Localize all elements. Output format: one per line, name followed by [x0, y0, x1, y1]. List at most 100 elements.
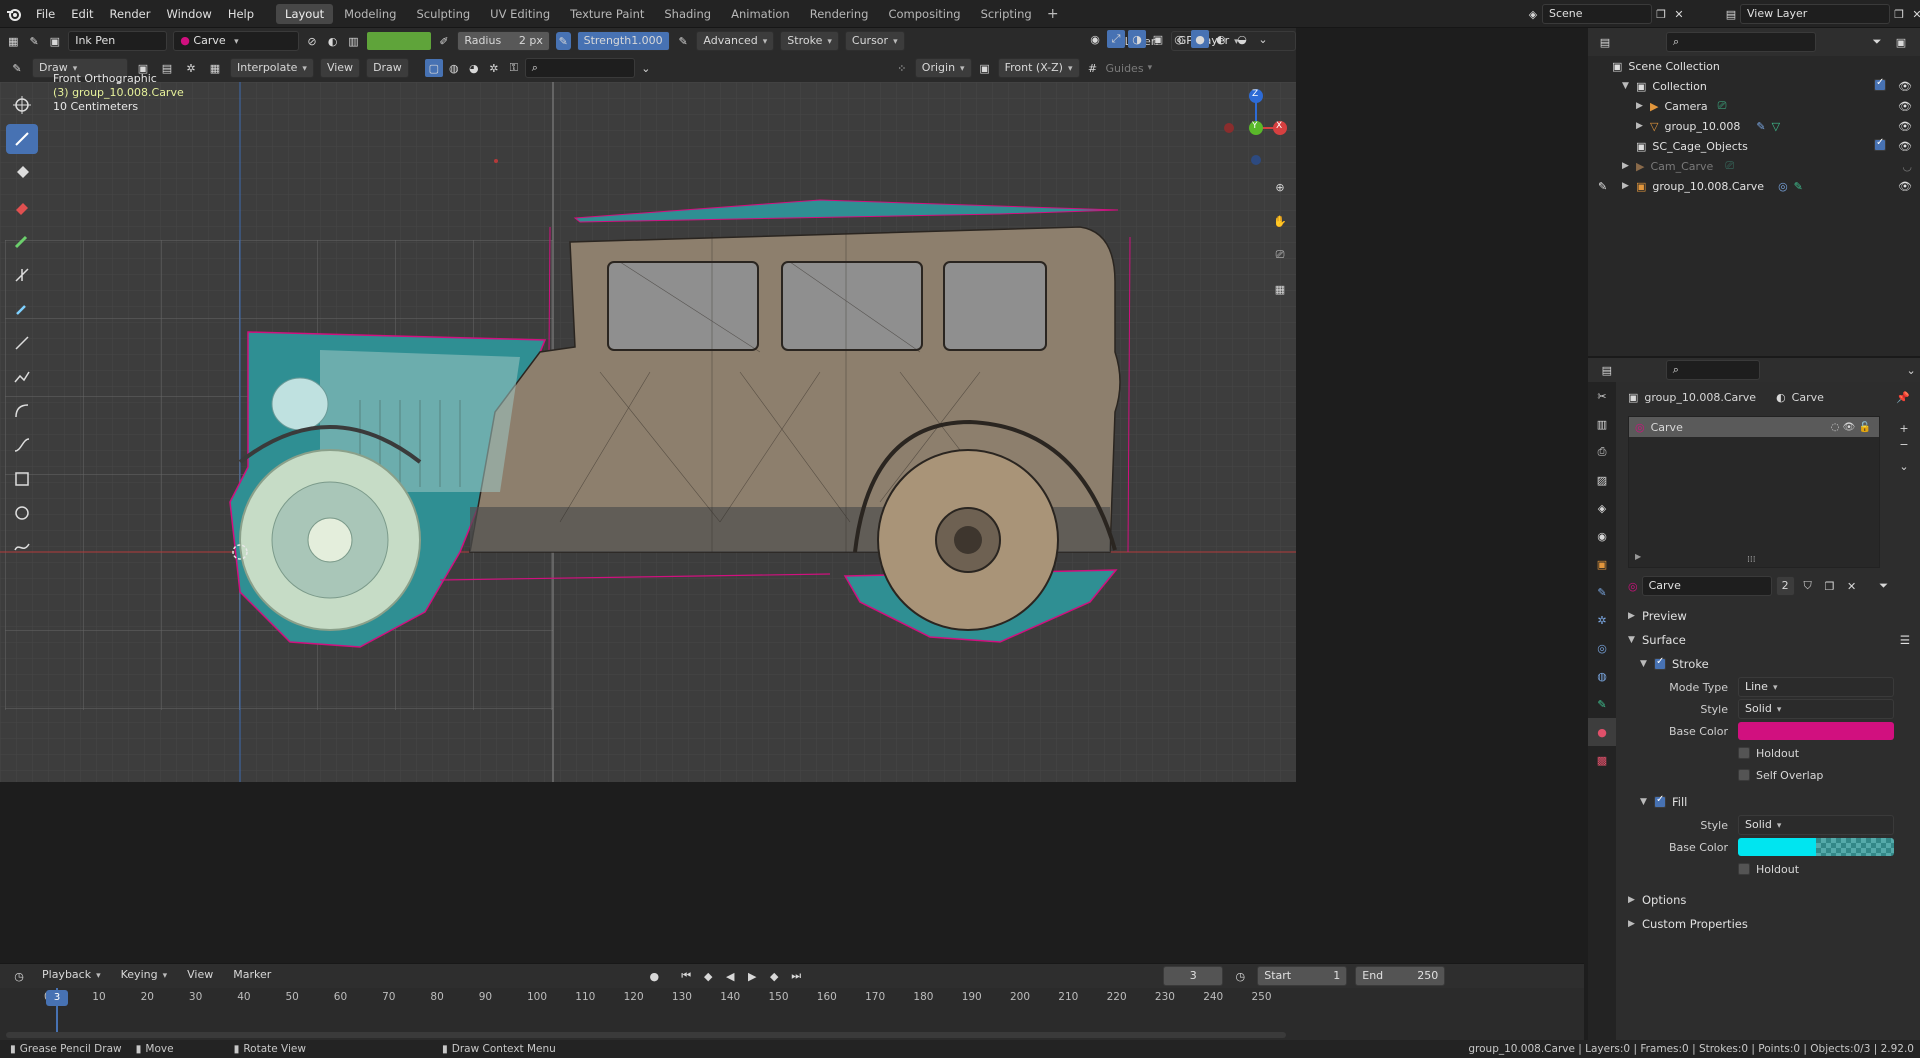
- ortho-toggle-icon[interactable]: ▦: [1264, 274, 1296, 304]
- mode-type-dropdown[interactable]: Line: [1738, 677, 1894, 697]
- remove-view-layer-icon[interactable]: ✕: [1908, 5, 1920, 23]
- duplicate-material-icon[interactable]: ❐: [1821, 577, 1839, 595]
- properties-editor-icon[interactable]: ▤: [1598, 361, 1616, 379]
- annotate-tool-icon[interactable]: [6, 532, 38, 562]
- filter-icon[interactable]: ⏷: [1868, 33, 1886, 51]
- world-tab-icon[interactable]: ◉: [1588, 522, 1616, 550]
- subpanel-stroke[interactable]: ▼ Stroke: [1616, 652, 1920, 676]
- gizmo-icon[interactable]: ⤢: [1107, 30, 1125, 48]
- output-tab-icon[interactable]: ⎙: [1588, 438, 1616, 466]
- xray-icon[interactable]: ▣: [1149, 30, 1167, 48]
- marker-menu[interactable]: Marker: [227, 966, 277, 986]
- playback-menu[interactable]: Playback: [36, 966, 107, 986]
- guides-dropdown-icon[interactable]: ▾: [1148, 63, 1153, 73]
- expand-icon[interactable]: ▶: [1636, 101, 1650, 111]
- eye-icon[interactable]: 👁: [1898, 180, 1912, 193]
- properties-search-input[interactable]: ⌕: [1665, 360, 1761, 380]
- end-frame-field[interactable]: End 250: [1355, 966, 1446, 986]
- modifier-wrench-icon[interactable]: ✎: [1756, 120, 1765, 133]
- subpanel-fill[interactable]: ▼ Fill: [1616, 790, 1920, 814]
- tool-tab-icon[interactable]: ✂: [1588, 382, 1616, 410]
- cursor-dropdown[interactable]: Cursor: [844, 31, 905, 51]
- jump-end-icon[interactable]: ⏭: [787, 967, 805, 985]
- tab-sculpting[interactable]: Sculpting: [407, 4, 479, 24]
- outliner-editor-icon[interactable]: ▤: [1596, 33, 1614, 51]
- tab-layout[interactable]: Layout: [276, 3, 334, 24]
- expand-icon[interactable]: ▶: [1636, 121, 1650, 131]
- panel-options[interactable]: ▶ Options: [1616, 888, 1920, 912]
- panel-list-icon[interactable]: ☰: [1900, 633, 1910, 647]
- material-slot-list[interactable]: ◎ Carve ◌ 👁 🔓 ▶ ⁞⁞⁞: [1628, 416, 1880, 568]
- material-preview-icon[interactable]: ◕: [465, 59, 483, 77]
- record-icon[interactable]: ●: [645, 967, 663, 985]
- physics-tab-icon[interactable]: ◎: [1588, 634, 1616, 662]
- next-keyframe-icon[interactable]: ◆: [765, 967, 783, 985]
- outliner-row-collection[interactable]: ▼ ▣ Collection 👁: [1588, 76, 1920, 96]
- new-collection-icon[interactable]: ▣: [1892, 33, 1910, 51]
- eye-icon[interactable]: 👁: [1898, 80, 1912, 93]
- render-shading-icon[interactable]: ◒: [1233, 30, 1251, 48]
- view-layer-tab-icon[interactable]: ▨: [1588, 466, 1616, 494]
- 3d-viewport[interactable]: Front Orthographic: [0, 82, 1296, 782]
- play-icon[interactable]: ▶: [743, 967, 761, 985]
- fill-style-dropdown[interactable]: Solid: [1738, 815, 1894, 835]
- lock-icon[interactable]: ⚿: [505, 59, 523, 77]
- fill-tool-icon[interactable]: [6, 158, 38, 188]
- modifier-tab-icon[interactable]: ✎: [1588, 578, 1616, 606]
- menu-edit[interactable]: Edit: [63, 0, 101, 28]
- camera-view-icon[interactable]: ⎚: [1264, 240, 1296, 270]
- gear-icon[interactable]: ✲: [485, 59, 503, 77]
- stroke-holdout-checkbox[interactable]: [1738, 747, 1750, 759]
- stroke-enabled-checkbox[interactable]: [1654, 656, 1666, 670]
- tab-animation[interactable]: Animation: [722, 4, 799, 24]
- constraints-tab-icon[interactable]: ◍: [1588, 662, 1616, 690]
- playhead-frame-label[interactable]: 3: [46, 990, 68, 1006]
- view-layer-field[interactable]: View Layer: [1740, 4, 1890, 24]
- guides-icon[interactable]: #: [1084, 59, 1102, 77]
- tab-rendering[interactable]: Rendering: [801, 4, 878, 24]
- visibility-icon[interactable]: ◉: [1086, 30, 1104, 48]
- snapping-icon[interactable]: ▦: [206, 59, 224, 77]
- eyedropper-icon[interactable]: ✐: [437, 32, 452, 50]
- tab-scripting[interactable]: Scripting: [972, 4, 1041, 24]
- tab-compositing[interactable]: Compositing: [879, 4, 969, 24]
- eye-icon[interactable]: 👁: [1898, 140, 1912, 153]
- draw-menu[interactable]: Draw: [366, 58, 409, 78]
- fill-holdout-checkbox[interactable]: [1738, 863, 1750, 875]
- pan-hand-icon[interactable]: ✋: [1264, 206, 1296, 236]
- new-scene-icon[interactable]: ❐: [1652, 5, 1670, 23]
- render-tab-icon[interactable]: ▥: [1588, 410, 1616, 438]
- fill-enabled-checkbox[interactable]: [1654, 794, 1666, 808]
- remove-slot-icon[interactable]: −: [1896, 438, 1912, 454]
- menu-help[interactable]: Help: [220, 0, 262, 28]
- tab-modeling[interactable]: Modeling: [335, 4, 405, 24]
- plane-icon[interactable]: ▣: [976, 59, 994, 77]
- timeline-editor-icon[interactable]: ◷: [10, 967, 28, 985]
- properties-options-icon[interactable]: ⌄: [1902, 361, 1920, 379]
- new-view-layer-icon[interactable]: ❐: [1890, 5, 1908, 23]
- wireframe-shading-icon[interactable]: ◎: [1170, 30, 1188, 48]
- menu-file[interactable]: File: [28, 0, 63, 28]
- scene-icon[interactable]: ◈: [1524, 5, 1542, 23]
- stroke-dropdown[interactable]: Stroke: [780, 31, 839, 51]
- strength-slider[interactable]: Strength 1.000: [576, 31, 670, 51]
- outliner-search-input[interactable]: ⌕: [1666, 32, 1816, 52]
- collapse-icon[interactable]: ⌄: [637, 59, 655, 77]
- scene-tab-icon[interactable]: ◈: [1588, 494, 1616, 522]
- menu-window[interactable]: Window: [158, 0, 219, 28]
- box-tool-icon[interactable]: [6, 464, 38, 494]
- mesh-data-icon[interactable]: ▽: [1772, 120, 1780, 133]
- tab-uv-editing[interactable]: UV Editing: [481, 4, 559, 24]
- material-browse-icon[interactable]: ⏷: [1875, 577, 1893, 595]
- gp-modifier-icon[interactable]: ◎: [1778, 180, 1788, 193]
- tint-tool-icon[interactable]: [6, 226, 38, 256]
- list-expand-icon[interactable]: ▶: [1635, 552, 1641, 561]
- scene-name-field[interactable]: Scene: [1542, 4, 1652, 24]
- eye-icon[interactable]: 👁: [1898, 120, 1912, 133]
- draw-tool-icon[interactable]: [6, 124, 38, 154]
- view-layer-icon[interactable]: ▤: [1722, 5, 1740, 23]
- add-slot-icon[interactable]: +: [1896, 422, 1912, 438]
- remove-scene-icon[interactable]: ✕: [1670, 5, 1688, 23]
- draw-mode-icon[interactable]: ✎: [8, 59, 26, 77]
- hidden-icon[interactable]: ◡: [1902, 160, 1912, 173]
